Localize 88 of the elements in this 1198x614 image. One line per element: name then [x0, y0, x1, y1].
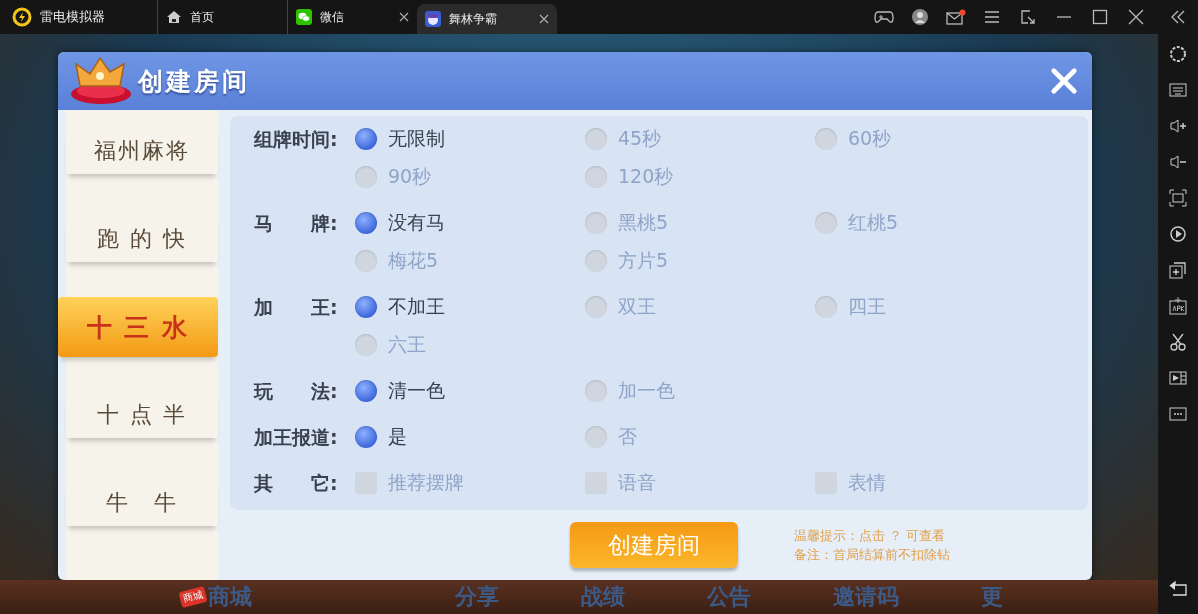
- radio-option[interactable]: 加一色: [585, 372, 815, 410]
- settings-icon[interactable]: [1168, 44, 1188, 64]
- radio-option[interactable]: 双王: [585, 288, 815, 326]
- record-icon[interactable]: [1168, 224, 1188, 244]
- checkbox-option[interactable]: 语音: [585, 464, 815, 502]
- more-icon[interactable]: [1168, 404, 1188, 424]
- close-icon[interactable]: [1126, 9, 1146, 25]
- radio-option[interactable]: 梅花5: [355, 242, 585, 280]
- option-label: 玩 法:: [254, 379, 339, 404]
- option-label: 加 王:: [254, 295, 339, 320]
- radio-option[interactable]: 45秒: [585, 120, 815, 158]
- radio-option[interactable]: 清一色: [355, 372, 585, 410]
- radio-button[interactable]: [355, 128, 377, 150]
- radio-button[interactable]: [355, 334, 377, 356]
- checkbox-option[interactable]: 表情: [815, 464, 1045, 502]
- back-icon[interactable]: [1168, 578, 1188, 598]
- chat-icon: [296, 9, 312, 25]
- radio-option[interactable]: 90秒: [355, 158, 585, 196]
- fullscreen-icon[interactable]: [1168, 188, 1188, 208]
- hint-text: 备注：首局结算前不扣除钻: [794, 545, 950, 564]
- game-menu-item[interactable]: 分享: [455, 582, 499, 612]
- option-label: 其 它:: [254, 471, 339, 496]
- checkbox-option[interactable]: 推荐摆牌: [355, 464, 585, 502]
- game-menu-item[interactable]: 更: [981, 582, 1003, 612]
- radio-button[interactable]: [585, 250, 607, 272]
- option-label: 马 牌:: [254, 211, 339, 236]
- maximize-icon[interactable]: [1090, 9, 1110, 25]
- radio-option[interactable]: 无限制: [355, 120, 585, 158]
- close-tab-icon[interactable]: [399, 12, 409, 22]
- hint-text: 温馨提示：点击 ？ 可查看: [794, 526, 947, 545]
- game-tab[interactable]: 福州麻将: [66, 128, 218, 174]
- scissors-icon[interactable]: [1168, 332, 1188, 352]
- close-tab-icon[interactable]: [539, 14, 549, 24]
- radio-button[interactable]: [585, 426, 607, 448]
- radio-button[interactable]: [355, 380, 377, 402]
- keyboard-icon[interactable]: [1168, 80, 1188, 100]
- radio-button[interactable]: [355, 426, 377, 448]
- radio-option[interactable]: 六王: [355, 326, 585, 364]
- option-label: 组牌时间:: [254, 127, 339, 152]
- video-icon[interactable]: [1168, 368, 1188, 388]
- radio-button[interactable]: [815, 296, 837, 318]
- game-menu-item[interactable]: 公告: [707, 582, 751, 612]
- radio-option[interactable]: 没有马: [355, 204, 585, 242]
- volume-down-icon[interactable]: [1168, 152, 1188, 172]
- create-room-button[interactable]: 创建房间: [570, 522, 738, 568]
- user-avatar-icon[interactable]: [910, 9, 930, 25]
- home-icon: [166, 9, 182, 25]
- radio-option[interactable]: 60秒: [815, 120, 1045, 158]
- radio-button[interactable]: [585, 380, 607, 402]
- game-menu-item[interactable]: 战绩: [581, 582, 625, 612]
- app-title: 雷电模拟器: [40, 8, 105, 26]
- apk-icon[interactable]: [1168, 296, 1188, 316]
- shop-badge: 商城: [178, 585, 208, 609]
- radio-option[interactable]: 是: [355, 418, 585, 456]
- game-tab[interactable]: 十 点 半: [66, 392, 218, 438]
- game-tab[interactable]: 牛 牛: [66, 480, 218, 526]
- game-tab[interactable]: 十 三 水: [58, 297, 218, 357]
- radio-option[interactable]: 不加王: [355, 288, 585, 326]
- radio-option[interactable]: 红桃5: [815, 204, 1045, 242]
- mail-icon[interactable]: [946, 9, 966, 25]
- radio-button[interactable]: [585, 128, 607, 150]
- game-tab[interactable]: 跑 的 快: [66, 216, 218, 262]
- add-window-icon[interactable]: [1168, 260, 1188, 280]
- radio-option[interactable]: 方片5: [585, 242, 815, 280]
- volume-up-icon[interactable]: [1168, 116, 1188, 136]
- radio-button[interactable]: [585, 166, 607, 188]
- gamepad-icon[interactable]: [874, 9, 894, 25]
- radio-button[interactable]: [355, 250, 377, 272]
- radio-option[interactable]: 否: [585, 418, 815, 456]
- radio-button[interactable]: [355, 166, 377, 188]
- game-menu-item[interactable]: 商城: [208, 582, 252, 612]
- game-icon: [425, 11, 441, 27]
- browser-tab[interactable]: 舞林争霸: [417, 4, 557, 34]
- lightning-logo-icon: [12, 7, 32, 27]
- radio-button[interactable]: [815, 212, 837, 234]
- radio-option[interactable]: 120秒: [585, 158, 815, 196]
- radio-option[interactable]: 四王: [815, 288, 1045, 326]
- menu-icon[interactable]: [982, 9, 1002, 25]
- radio-button[interactable]: [585, 212, 607, 234]
- radio-button[interactable]: [355, 296, 377, 318]
- radio-option[interactable]: 黑桃5: [585, 204, 815, 242]
- radio-button[interactable]: [815, 128, 837, 150]
- window-arrow-icon[interactable]: [1018, 9, 1038, 25]
- option-label: 加王报道:: [254, 425, 339, 450]
- dialog-title: 创建房间: [138, 65, 250, 98]
- radio-button[interactable]: [355, 212, 377, 234]
- radio-button[interactable]: [585, 296, 607, 318]
- game-menu-item[interactable]: 邀请码: [833, 582, 899, 612]
